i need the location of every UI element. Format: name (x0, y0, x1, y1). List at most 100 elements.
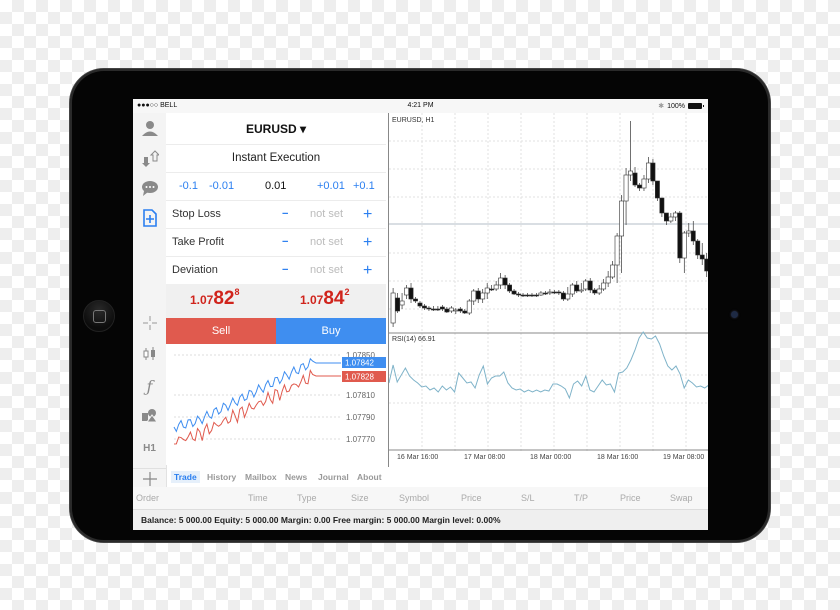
candle-body (556, 291, 562, 294)
candle-body (699, 254, 705, 260)
timeframe-icon[interactable]: H1 (133, 439, 166, 459)
candle-body (587, 280, 593, 291)
col-type[interactable]: Type (297, 493, 317, 503)
sidebar: ƒ H1 (133, 113, 167, 510)
candle-body (498, 277, 504, 286)
indicator-icon[interactable]: ƒ (133, 377, 166, 397)
take-profit-label: Take Profit (172, 236, 224, 248)
deviation-value[interactable]: not set (310, 257, 343, 284)
bid-big: 82 (213, 288, 235, 309)
home-button[interactable] (83, 300, 115, 332)
candle-body (395, 297, 400, 312)
tab-history[interactable]: History (204, 471, 239, 483)
volume-minus-small[interactable]: -0.01 (209, 173, 234, 200)
ask-big: 84 (323, 288, 345, 309)
sell-button[interactable]: Sell (166, 318, 276, 344)
candle-body (646, 162, 651, 180)
candle-body (690, 230, 696, 242)
candle-body (444, 308, 450, 313)
status-bar: ●●●○○ BELL 4:21 PM ✱ 100% (133, 99, 708, 113)
col-time[interactable]: Time (248, 493, 268, 503)
candle-body (619, 200, 624, 237)
candlestick-chart-svg[interactable]: EURUSD, H1 RSI(14) 66.91 16 Mar 16:00 17 Ma… (388, 113, 708, 467)
tab-news[interactable]: News (282, 471, 310, 483)
candle-body (417, 302, 423, 307)
candle-body (439, 306, 445, 310)
col-swap[interactable]: Swap (670, 493, 693, 503)
tab-journal[interactable]: Journal (315, 471, 352, 483)
candle-body (538, 292, 544, 296)
objects-icon[interactable] (133, 407, 166, 429)
col-price[interactable]: Price (461, 493, 482, 503)
account-icon[interactable] (133, 119, 166, 143)
take-profit-minus-button[interactable]: − (282, 229, 288, 256)
candle-body (471, 290, 477, 302)
deviation-minus-button[interactable]: − (282, 257, 288, 284)
take-profit-plus-button[interactable]: + (363, 229, 372, 256)
camera-icon (731, 311, 738, 318)
rsi-label: RSI(14) 66.91 (392, 336, 436, 343)
candle-body (569, 284, 575, 295)
stop-loss-row: Stop Loss − not set + (166, 201, 386, 229)
take-profit-value[interactable]: not set (310, 229, 343, 256)
tab-mailbox[interactable]: Mailbox (242, 471, 280, 483)
new-order-icon[interactable] (133, 209, 166, 233)
candle-body (704, 258, 708, 272)
symbol-selector[interactable]: EURUSD ▾ (166, 113, 386, 145)
col-symbol[interactable]: Symbol (399, 493, 429, 503)
x-tick-label: 18 Mar 16:00 (597, 454, 638, 461)
candle-body (520, 294, 526, 297)
battery-percent: 100% (667, 102, 685, 110)
volume-minus-large[interactable]: -0.1 (179, 173, 198, 200)
candle-body (462, 310, 468, 314)
price-chart[interactable]: EURUSD, H1 RSI(14) 66.91 16 Mar 16:00 17 Ma… (388, 113, 708, 467)
tab-about[interactable]: About (354, 471, 385, 483)
status-right: ✱ 100% (658, 102, 704, 110)
stop-loss-plus-button[interactable]: + (363, 201, 372, 228)
buy-button[interactable]: Buy (276, 318, 386, 344)
stop-loss-minus-button[interactable]: − (282, 201, 288, 228)
candle-body (637, 184, 642, 189)
col-size[interactable]: Size (351, 493, 369, 503)
app-screen: ●●●○○ BELL 4:21 PM ✱ 100% ƒ H1 EURUSD ▾ … (133, 99, 708, 530)
col-order[interactable]: Order (136, 493, 159, 503)
candle-body (601, 282, 607, 290)
candle-body (574, 284, 580, 292)
col-price-current[interactable]: Price (620, 493, 641, 503)
price-level-label: 1.07790 (346, 413, 375, 422)
price-panel: 1.07828 1.07842 (166, 284, 386, 318)
volume-value[interactable]: 0.01 (265, 173, 286, 200)
battery-icon (688, 103, 704, 109)
ask-price-tag-label: 1.07842 (345, 359, 374, 368)
execution-type[interactable]: Instant Execution (166, 145, 386, 173)
crosshair-icon[interactable] (133, 315, 166, 337)
deviation-plus-button[interactable]: + (363, 257, 372, 284)
candle-body (565, 293, 571, 300)
tick-chart: 1.07850 1.07810 1.07790 1.07770 1.07842 1.078… (166, 345, 386, 465)
candle-body (610, 264, 616, 278)
chat-icon[interactable] (133, 179, 166, 203)
volume-plus-large[interactable]: +0.1 (353, 173, 375, 200)
candle-body (408, 287, 414, 300)
candlestick-icon[interactable] (133, 346, 166, 368)
bid-price: 1.07828 (190, 287, 240, 310)
candle-body (659, 197, 665, 214)
candle-body (655, 180, 660, 199)
candle-body (650, 162, 656, 182)
balance-text: Balance: 5 000.00 Equity: 5 000.00 Margi… (141, 515, 501, 525)
ask-prefix: 1.07 (300, 293, 324, 307)
stop-loss-label: Stop Loss (172, 208, 221, 220)
candle-body (502, 277, 508, 286)
tab-trade[interactable]: Trade (171, 471, 200, 483)
candle-body (448, 307, 454, 312)
deviation-label: Deviation (172, 264, 218, 276)
trade-arrows-icon[interactable] (133, 149, 166, 173)
bid-sup: 8 (234, 287, 240, 297)
candle-body (480, 292, 486, 300)
stop-loss-value[interactable]: not set (310, 201, 343, 228)
candle-body (466, 300, 472, 314)
col-sl[interactable]: S/L (521, 493, 535, 503)
candle-body (404, 287, 409, 296)
volume-plus-small[interactable]: +0.01 (317, 173, 345, 200)
col-tp[interactable]: T/P (574, 493, 588, 503)
